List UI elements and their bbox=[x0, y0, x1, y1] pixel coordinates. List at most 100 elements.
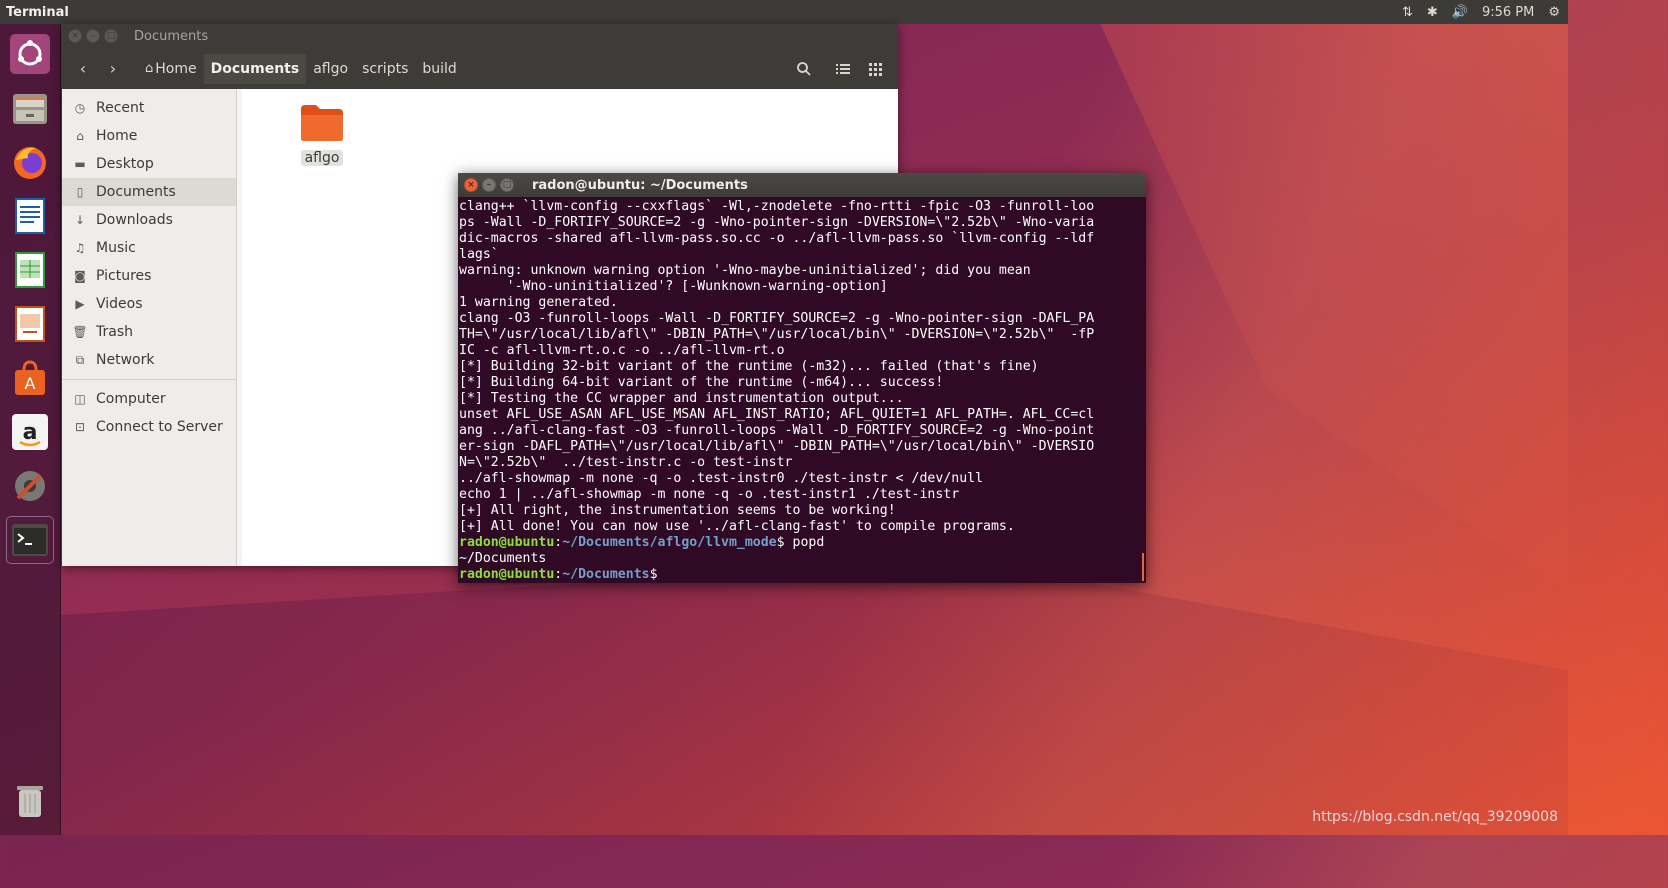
terminal-prompt-line: radon@ubuntu:~/Documents$ bbox=[459, 567, 658, 582]
home-icon: ⌂ bbox=[145, 61, 154, 76]
window-title: radon@ubuntu: ~/Documents bbox=[532, 177, 748, 193]
close-button[interactable]: × bbox=[68, 29, 82, 43]
network-icon: ⧉ bbox=[75, 352, 85, 367]
terminal-line: '-Wno-uninitialized'? [-Wunknown-warning… bbox=[459, 279, 888, 294]
terminal-line: [*] Building 64-bit variant of the runti… bbox=[459, 375, 944, 390]
folder-label: aflgo bbox=[300, 150, 344, 166]
network-icon[interactable]: ⇅ bbox=[1402, 5, 1413, 20]
calc-launcher-button[interactable] bbox=[6, 246, 54, 294]
drive-icon: ◫ bbox=[74, 392, 86, 406]
firefox-launcher-button[interactable] bbox=[6, 138, 54, 186]
settings-launcher-button[interactable] bbox=[6, 462, 54, 510]
terminal-line: ../afl-showmap -m none -q -o .test-instr… bbox=[459, 471, 984, 486]
sidebar-divider bbox=[62, 379, 236, 380]
terminal-scrollbar[interactable] bbox=[1142, 553, 1144, 581]
impress-launcher-button[interactable] bbox=[6, 300, 54, 348]
presentation-icon bbox=[15, 306, 45, 342]
file-cabinet-icon bbox=[13, 94, 47, 124]
terminal-line: [*] Building 32-bit variant of the runti… bbox=[459, 359, 1039, 374]
active-app-title: Terminal bbox=[6, 4, 69, 20]
folder-item-aflgo[interactable]: aflgo bbox=[297, 103, 347, 166]
shopping-bag-icon: A bbox=[15, 360, 45, 395]
files-titlebar: × – □ Documents bbox=[62, 24, 898, 48]
forward-button[interactable]: › bbox=[98, 54, 128, 84]
terminal-line: er-sign -DAFL_PATH=\"/usr/local/lib/afl\… bbox=[459, 439, 1095, 454]
document-icon: ▯ bbox=[76, 185, 84, 199]
breadcrumb-aflgo[interactable]: aflgo bbox=[306, 54, 355, 84]
sidebar-item-home[interactable]: ⌂ Home bbox=[62, 122, 236, 150]
sidebar-item-recent[interactable]: ◷ Recent bbox=[62, 94, 236, 122]
maximize-button[interactable]: □ bbox=[500, 178, 514, 192]
files-toolbar: ‹ › ⌂ Home Documents aflgo scripts build bbox=[62, 48, 898, 89]
window-controls: × – □ bbox=[62, 29, 130, 43]
sidebar-item-connect-to-server[interactable]: ⊡ Connect to Server bbox=[62, 413, 236, 441]
search-button[interactable] bbox=[788, 54, 820, 84]
breadcrumb-documents[interactable]: Documents bbox=[203, 53, 307, 84]
list-view-button[interactable] bbox=[827, 54, 859, 84]
bluetooth-icon[interactable]: ✱ bbox=[1427, 5, 1438, 20]
breadcrumb-build[interactable]: build bbox=[415, 54, 463, 84]
sidebar-item-downloads[interactable]: ↓ Downloads bbox=[62, 206, 236, 234]
window-title: Documents bbox=[134, 28, 209, 44]
terminal-line: IC -c afl-llvm-rt.o.c -o ../afl-llvm-rt.… bbox=[459, 343, 785, 358]
ubuntu-logo-icon bbox=[10, 34, 50, 74]
terminal-line: TH=\"/usr/local/lib/afl\" -DBIN_PATH=\"/… bbox=[459, 327, 1095, 342]
sidebar-item-pictures[interactable]: ◙ Pictures bbox=[62, 262, 236, 290]
launcher: A a bbox=[0, 24, 61, 835]
chevron-right-icon: › bbox=[109, 59, 117, 78]
clock[interactable]: 9:56 PM bbox=[1482, 5, 1534, 20]
sidebar-item-desktop[interactable]: ▬ Desktop bbox=[62, 150, 236, 178]
terminal-line: [*] Testing the CC wrapper and instrumen… bbox=[459, 391, 904, 406]
back-button[interactable]: ‹ bbox=[68, 54, 98, 84]
files-launcher-button[interactable] bbox=[6, 84, 54, 132]
folder-icon bbox=[301, 105, 343, 141]
terminal-output[interactable]: clang++ `llvm-config --cxxflags` -Wl,-zn… bbox=[458, 197, 1146, 583]
video-icon: ▶ bbox=[75, 297, 85, 311]
ubuntu-dash-button[interactable] bbox=[6, 30, 54, 78]
settings-tools-icon bbox=[15, 471, 45, 501]
trash-launcher-button[interactable] bbox=[6, 776, 54, 824]
sidebar-item-documents[interactable]: ▯ Documents bbox=[62, 178, 236, 206]
camera-icon: ◙ bbox=[74, 269, 86, 283]
sidebar-item-computer[interactable]: ◫ Computer bbox=[62, 385, 236, 413]
terminal-launcher-button[interactable] bbox=[6, 516, 54, 564]
document-icon bbox=[15, 198, 45, 234]
amazon-launcher-button[interactable]: a bbox=[6, 408, 54, 456]
minimize-button[interactable]: – bbox=[86, 29, 100, 43]
grid-icon bbox=[869, 63, 882, 76]
grid-view-button[interactable] bbox=[859, 54, 891, 84]
firefox-icon bbox=[14, 147, 46, 179]
sidebar-item-trash[interactable]: 🗑 Trash bbox=[62, 318, 236, 346]
home-icon: ⌂ bbox=[76, 129, 84, 143]
terminal-prompt-line: radon@ubuntu:~/Documents/aflgo/llvm_mode… bbox=[459, 535, 825, 550]
minimize-button[interactable]: – bbox=[482, 178, 496, 192]
download-icon: ↓ bbox=[74, 213, 86, 227]
svg-text:A: A bbox=[25, 374, 36, 393]
writer-launcher-button[interactable] bbox=[6, 192, 54, 240]
terminal-line: dic-macros -shared afl-llvm-pass.so.cc -… bbox=[459, 231, 1095, 246]
sidebar-item-videos[interactable]: ▶ Videos bbox=[62, 290, 236, 318]
maximize-button[interactable]: □ bbox=[104, 29, 118, 43]
gear-icon[interactable]: ⚙ bbox=[1548, 5, 1560, 20]
sidebar-item-music[interactable]: ♫ Music bbox=[62, 234, 236, 262]
sidebar: ◷ Recent ⌂ Home ▬ Desktop ▯ Documents ↓ Downl… bbox=[62, 89, 237, 566]
software-launcher-button[interactable]: A bbox=[6, 354, 54, 402]
sidebar-item-network[interactable]: ⧉ Network bbox=[62, 346, 236, 374]
wallpaper-facet bbox=[60, 560, 1568, 835]
terminal-line: 1 warning generated. bbox=[459, 295, 618, 310]
breadcrumb-scripts[interactable]: scripts bbox=[355, 54, 415, 84]
amazon-icon: a bbox=[12, 414, 48, 450]
terminal-line: echo 1 | ../afl-showmap -m none -q -o .t… bbox=[459, 487, 960, 502]
volume-icon[interactable]: 🔊 bbox=[1452, 5, 1468, 20]
breadcrumb-home[interactable]: ⌂ Home bbox=[138, 54, 204, 84]
terminal-line: clang -O3 -funroll-loops -Wall -D_FORTIF… bbox=[459, 311, 1095, 326]
close-button[interactable]: × bbox=[464, 178, 478, 192]
terminal-line: clang++ `llvm-config --cxxflags` -Wl,-zn… bbox=[459, 199, 1095, 214]
folder-icon: ▬ bbox=[74, 157, 86, 171]
spreadsheet-icon bbox=[15, 252, 45, 288]
watermark: https://blog.csdn.net/qq_39209008 bbox=[1312, 809, 1558, 825]
breadcrumb: ⌂ Home Documents aflgo scripts build bbox=[138, 53, 464, 84]
terminal-lines: clang++ `llvm-config --cxxflags` -Wl,-zn… bbox=[459, 199, 1146, 535]
terminal-line: N=\"2.52b\" ../test-instr.c -o test-inst… bbox=[459, 455, 793, 470]
music-icon: ♫ bbox=[74, 241, 86, 255]
